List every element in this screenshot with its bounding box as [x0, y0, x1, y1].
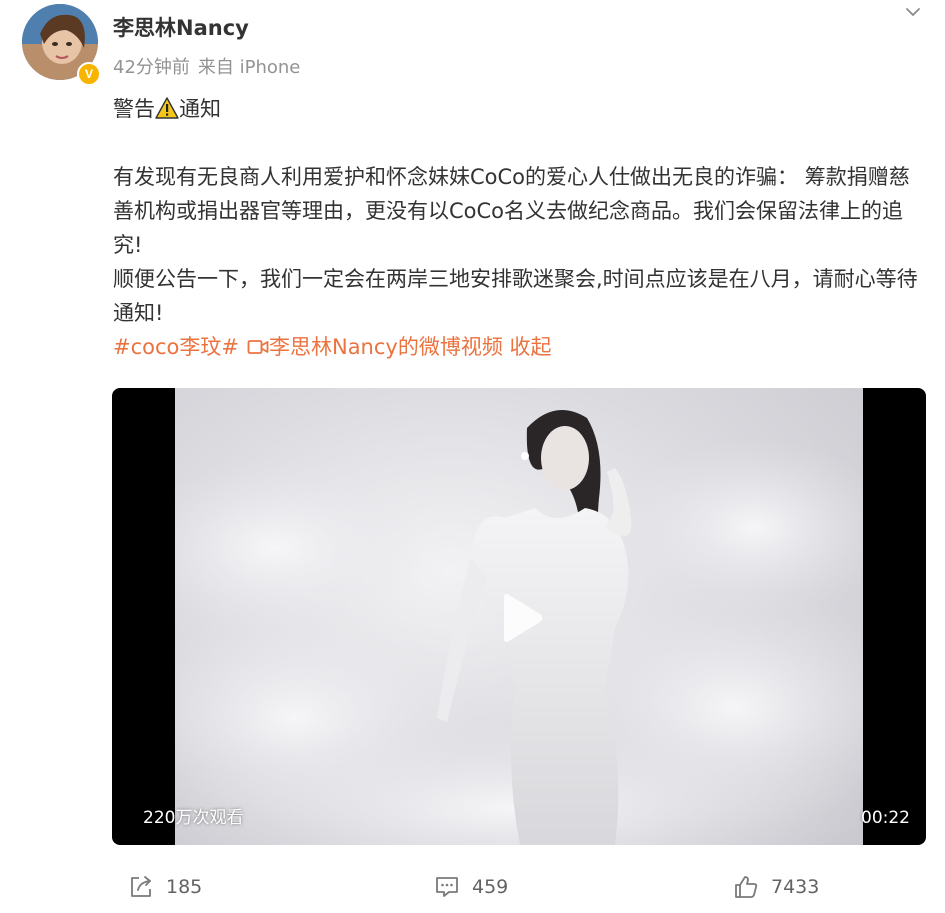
hashtag-link[interactable]: #coco李玟# [113, 335, 239, 359]
post-links: #coco李玟# 李思林Nancy的微博视频 收起 [113, 330, 925, 364]
post-meta: 42分钟前 来自 iPhone [113, 53, 300, 79]
video-player[interactable]: 220万次观看 00:22 [112, 388, 926, 845]
video-view-count: 220万次观看 [143, 808, 244, 828]
weibo-post: V 李思林Nancy 42分钟前 来自 iPhone 警告 通知 有发现有无良商人利… [0, 0, 945, 913]
video-link[interactable]: 李思林Nancy的微博视频 [269, 335, 503, 359]
like-button[interactable]: 7433 [733, 874, 819, 900]
play-icon[interactable] [490, 588, 550, 648]
like-count: 7433 [771, 876, 820, 898]
warning-suffix: 通知 [179, 97, 221, 121]
post-paragraph-2: 顺便公告一下，我们一定会在两岸三地安排歌迷聚会,时间点应该是在八月，请耐心等待通… [113, 267, 918, 325]
chevron-down-icon[interactable] [903, 2, 923, 22]
video-duration: 00:22 [861, 808, 910, 828]
post-content: 警告 通知 有发现有无良商人利用爱护和怀念妹妹CoCo的爱心人仕做出无良的诈骗： … [113, 92, 925, 364]
comment-icon [436, 877, 458, 897]
video-camera-icon [247, 340, 269, 354]
author-name[interactable]: 李思林Nancy [113, 12, 249, 42]
warning-line: 警告 通知 [113, 92, 925, 126]
verified-badge-icon: V [77, 62, 101, 86]
thumbs-up-icon [735, 876, 758, 898]
action-bar: 185 459 7433 [0, 870, 945, 906]
repost-icon [131, 876, 151, 897]
post-time[interactable]: 42分钟前 [113, 57, 190, 78]
repost-button[interactable]: 185 [128, 874, 202, 900]
warning-prefix: 警告 [113, 97, 155, 121]
comment-count: 459 [472, 876, 509, 898]
collapse-link[interactable]: 收起 [510, 335, 552, 359]
post-paragraph-1: 有发现有无良商人利用爱护和怀念妹妹CoCo的爱心人仕做出无良的诈骗： 筹款捐赠慈… [113, 165, 910, 257]
post-source: 来自 iPhone [197, 57, 301, 78]
warning-emoji-icon [155, 97, 179, 119]
comment-button[interactable]: 459 [434, 874, 508, 900]
repost-count: 185 [166, 876, 203, 898]
